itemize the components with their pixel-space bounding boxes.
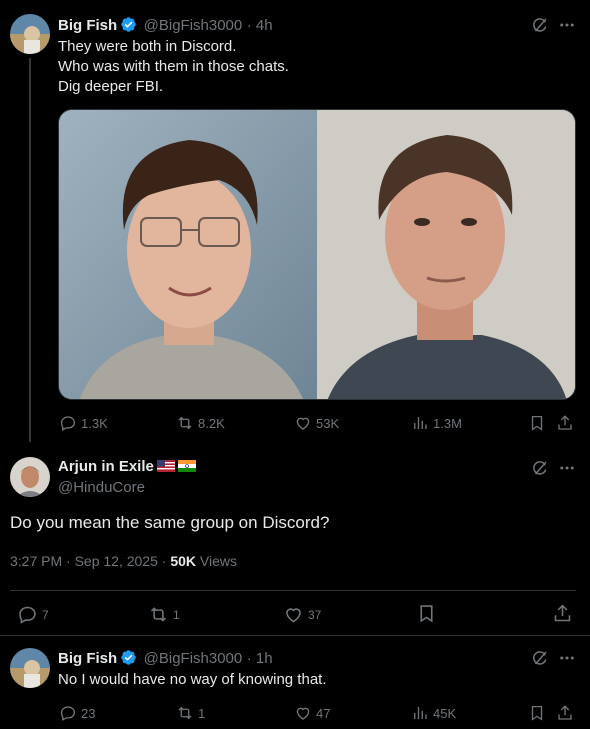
share-icon[interactable] [556, 704, 574, 722]
us-flag-icon [156, 460, 175, 472]
reply-icon [60, 706, 76, 721]
like-button[interactable]: 53K [294, 414, 339, 432]
verified-badge-icon [121, 17, 136, 32]
repost-button[interactable]: 1 [176, 704, 205, 722]
bookmark-icon[interactable] [416, 603, 437, 624]
views-count: 1.3M [433, 415, 462, 431]
thread-line [29, 58, 31, 442]
author-handle[interactable]: @BigFish3000 [144, 650, 243, 667]
avatar-bigfish[interactable] [10, 14, 50, 54]
reply-count: 7 [42, 607, 49, 622]
avatar-bigfish[interactable] [10, 648, 50, 688]
like-button[interactable]: 47 [294, 704, 330, 722]
repost-count: 1 [173, 607, 180, 622]
bookmark-icon[interactable] [528, 704, 546, 722]
photo-left[interactable] [59, 110, 317, 399]
repost-icon [150, 607, 167, 622]
india-flag-icon [177, 460, 196, 472]
more-icon[interactable] [558, 16, 576, 34]
reply-button[interactable]: 7 [17, 604, 49, 625]
repost-icon [178, 706, 192, 720]
reply-icon [19, 606, 36, 624]
like-count: 37 [308, 607, 322, 622]
reply-button[interactable]: 1.3K [59, 414, 108, 432]
post-time[interactable]: · 1h [247, 650, 273, 667]
bookmark-icon[interactable] [528, 414, 546, 432]
post-1-line: Who was with them in those chats. [58, 58, 289, 75]
reply-button[interactable]: 23 [59, 704, 95, 722]
views-count: 45K [433, 705, 457, 721]
post-2-meta: 3:27 PM · Sep 12, 2025 · 50K Views [10, 553, 237, 569]
post-1-media[interactable] [58, 109, 576, 400]
reply-icon [60, 416, 76, 431]
post-1-header: Big Fish @BigFish3000 · 4h [58, 16, 273, 35]
grok-icon[interactable] [531, 16, 549, 34]
grok-icon[interactable] [531, 649, 549, 667]
verified-badge-icon [121, 650, 136, 665]
repost-count: 8.2K [198, 415, 225, 431]
reply-count: 1.3K [81, 415, 108, 431]
author-name[interactable]: Big Fish [58, 17, 117, 34]
more-icon[interactable] [558, 459, 576, 477]
repost-icon [178, 416, 192, 430]
photo-right[interactable] [317, 110, 575, 399]
share-icon[interactable] [552, 603, 573, 624]
post-2-text: Do you mean the same group on Discord? [10, 513, 330, 532]
post-1-line: They were both in Discord. [58, 38, 237, 55]
author-handle[interactable]: @BigFish3000 [144, 17, 243, 34]
like-icon [286, 608, 301, 623]
grok-icon[interactable] [531, 459, 549, 477]
like-button[interactable]: 37 [283, 604, 321, 625]
like-icon [296, 707, 310, 720]
author-name[interactable]: Arjun in Exile [58, 458, 154, 475]
divider [10, 590, 576, 591]
post-3-header: Big Fish @BigFish3000 · 1h [58, 649, 273, 668]
views-button[interactable]: 45K [411, 704, 456, 722]
views-icon [414, 707, 427, 719]
like-count: 53K [316, 415, 340, 431]
post-time[interactable]: · 4h [247, 17, 273, 34]
repost-button[interactable]: 1 [148, 604, 180, 625]
reply-count: 23 [81, 705, 96, 721]
repost-count: 1 [198, 705, 206, 721]
post-1-line: Dig deeper FBI. [58, 78, 164, 95]
more-icon[interactable] [558, 649, 576, 667]
divider [0, 635, 590, 636]
views-button[interactable]: 1.3M [411, 414, 462, 432]
author-handle[interactable]: @HinduCore [58, 479, 145, 496]
post-1-text: They were both in Discord. Who was with … [58, 37, 558, 97]
avatar-arjun[interactable] [10, 457, 50, 497]
views-icon [414, 417, 427, 429]
post-timestamp[interactable]: 3:27 PM · Sep 12, 2025 · [10, 553, 170, 569]
author-name[interactable]: Big Fish [58, 650, 117, 667]
views-count: 50K [170, 553, 197, 569]
post-2-header: Arjun in Exile [58, 458, 196, 476]
share-icon[interactable] [556, 414, 574, 432]
post-3-text: No I would have no way of knowing that. [58, 671, 327, 688]
like-count: 47 [316, 705, 331, 721]
like-icon [296, 417, 310, 430]
views-label: Views [196, 553, 237, 569]
repost-button[interactable]: 8.2K [176, 414, 225, 432]
